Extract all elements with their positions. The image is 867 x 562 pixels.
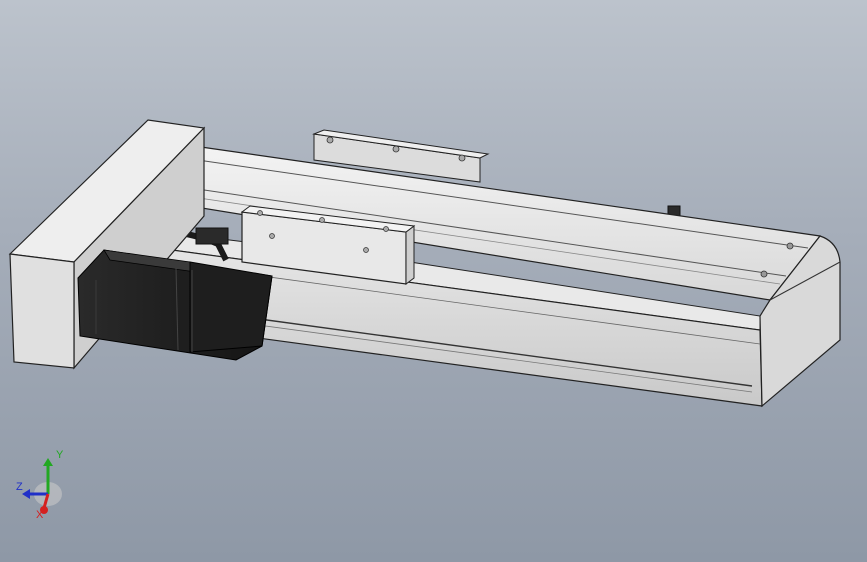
x-axis-label: X [36, 509, 44, 520]
z-axis-arrow-icon [22, 489, 30, 499]
z-axis-label: Z [16, 481, 23, 493]
y-axis-label: Y [56, 449, 64, 461]
orientation-triad[interactable]: Y Z X [14, 448, 74, 520]
model-view[interactable] [0, 0, 867, 562]
y-axis-arrow-icon [43, 458, 53, 466]
graphics-viewport[interactable]: Y Z X [0, 0, 867, 562]
